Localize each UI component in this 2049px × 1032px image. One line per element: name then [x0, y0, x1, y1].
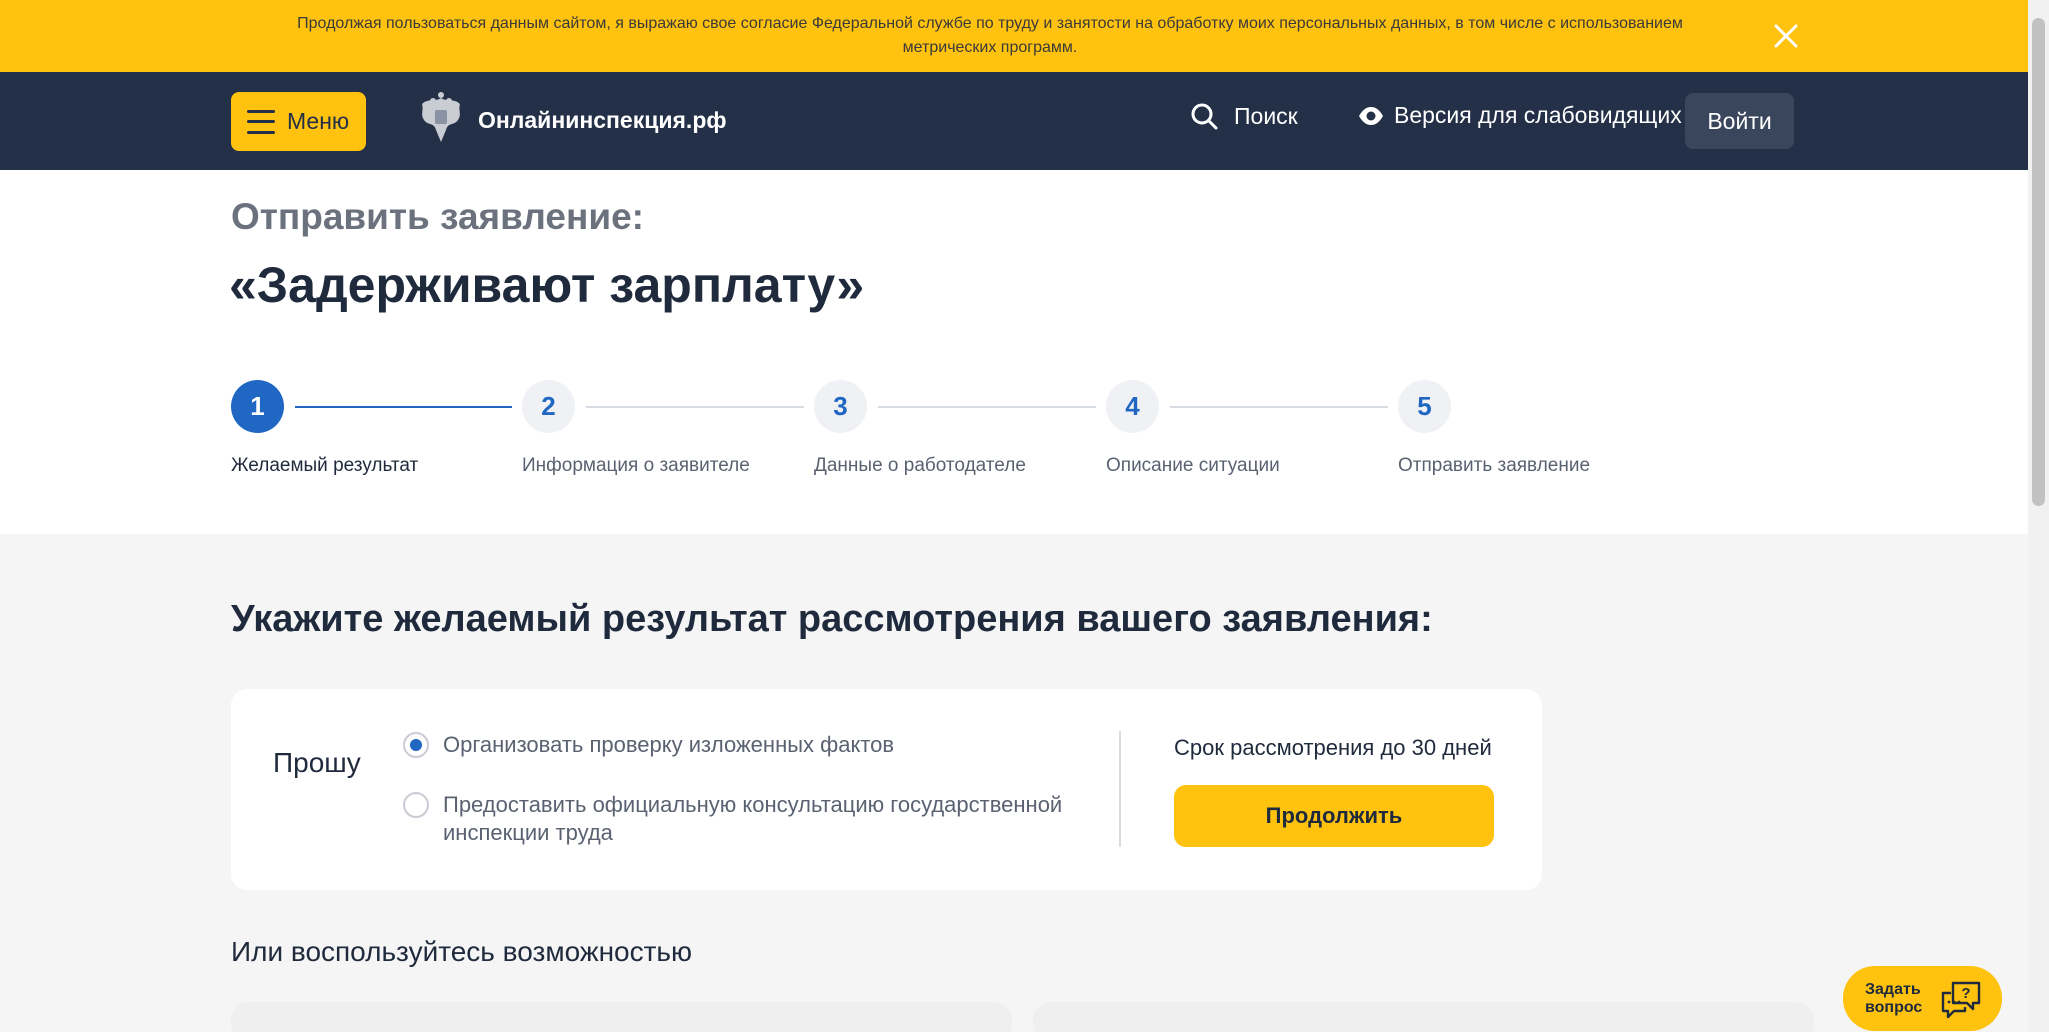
application-header-section: Отправить заявление: «Задерживают зарпла… — [0, 170, 2028, 534]
search-label: Поиск — [1234, 102, 1298, 129]
eye-icon — [1359, 106, 1383, 125]
result-selection-card: Прошу Организовать проверку изложенных ф… — [231, 689, 1542, 890]
continue-button[interactable]: Продолжить — [1174, 785, 1494, 847]
page-title: «Задерживают зарплату» — [229, 257, 865, 313]
close-icon[interactable] — [1770, 20, 1802, 52]
request-label: Прошу — [273, 747, 361, 778]
radio-button-selected[interactable] — [403, 732, 429, 758]
hamburger-icon — [247, 109, 275, 134]
step-1-number[interactable]: 1 — [231, 380, 284, 433]
option-inspection[interactable]: Организовать проверку изложенных фактов — [403, 731, 1083, 759]
step-4-label: Описание ситуации — [1106, 455, 1280, 476]
site-logo[interactable]: Онлайнинспекция.рф — [416, 92, 727, 148]
step-4-number[interactable]: 4 — [1106, 380, 1159, 433]
login-button[interactable]: Войти — [1685, 93, 1794, 149]
page-subtitle: Отправить заявление: — [231, 196, 644, 237]
step-1-label: Желаемый результат — [231, 455, 419, 476]
alternative-card[interactable] — [1033, 1002, 1814, 1032]
svg-text:?: ? — [1961, 985, 1970, 1002]
step-3-number[interactable]: 3 — [814, 380, 867, 433]
search-icon — [1191, 103, 1218, 130]
scrollbar-thumb[interactable] — [2032, 18, 2045, 506]
progress-stepper: 1 2 3 4 5 Желаемый результат Информация … — [231, 380, 1631, 490]
option-inspection-label: Организовать проверку изложенных фактов — [443, 732, 895, 757]
chat-question-icon: ? — [1941, 981, 1981, 1018]
option-consultation-label: Предоставить официальную консультацию го… — [443, 792, 1063, 845]
option-consultation[interactable]: Предоставить официальную консультацию го… — [403, 791, 1083, 847]
step-connector — [586, 406, 804, 408]
step-connector — [295, 406, 512, 408]
step-3-label: Данные о работодателе — [814, 455, 1026, 476]
menu-button-label: Меню — [287, 108, 350, 134]
ask-question-label: Задать вопрос — [1865, 980, 1923, 1016]
ask-question-button[interactable]: Задать вопрос ? — [1843, 966, 2002, 1031]
card-divider — [1119, 731, 1121, 847]
step-2-label: Информация о заявителе — [522, 455, 750, 476]
step-5-number[interactable]: 5 — [1398, 380, 1451, 433]
review-deadline: Срок рассмотрения до 30 дней — [1174, 735, 1492, 760]
alternative-card[interactable] — [231, 1002, 1012, 1032]
vision-impaired-button[interactable]: Версия для слабовидящих — [1358, 102, 1682, 129]
logo-text: Онлайнинспекция.рф — [478, 106, 727, 133]
site-header: Меню Онлайнинспекция.рф Поиск Версия для… — [0, 72, 2028, 170]
alternative-heading: Или воспользуйтесь возможностью — [231, 936, 693, 967]
menu-button[interactable]: Меню — [231, 92, 366, 151]
step-connector — [878, 406, 1096, 408]
page-scrollbar[interactable] — [2028, 0, 2049, 1032]
cookie-banner: Продолжая пользоваться данным сайтом, я … — [0, 0, 2028, 72]
vision-impaired-label: Версия для слабовидящих — [1394, 102, 1682, 128]
search-button[interactable]: Поиск — [1190, 102, 1298, 130]
step-5-label: Отправить заявление — [1398, 455, 1591, 476]
coat-of-arms-icon — [422, 92, 460, 142]
result-question-heading: Укажите желаемый результат рассмотрения … — [231, 598, 1433, 640]
radio-button[interactable] — [403, 792, 429, 818]
cookie-banner-text: Продолжая пользоваться данным сайтом, я … — [297, 15, 1683, 56]
step-2-number[interactable]: 2 — [522, 380, 575, 433]
radio-dot — [410, 739, 422, 751]
step-connector — [1170, 406, 1388, 408]
